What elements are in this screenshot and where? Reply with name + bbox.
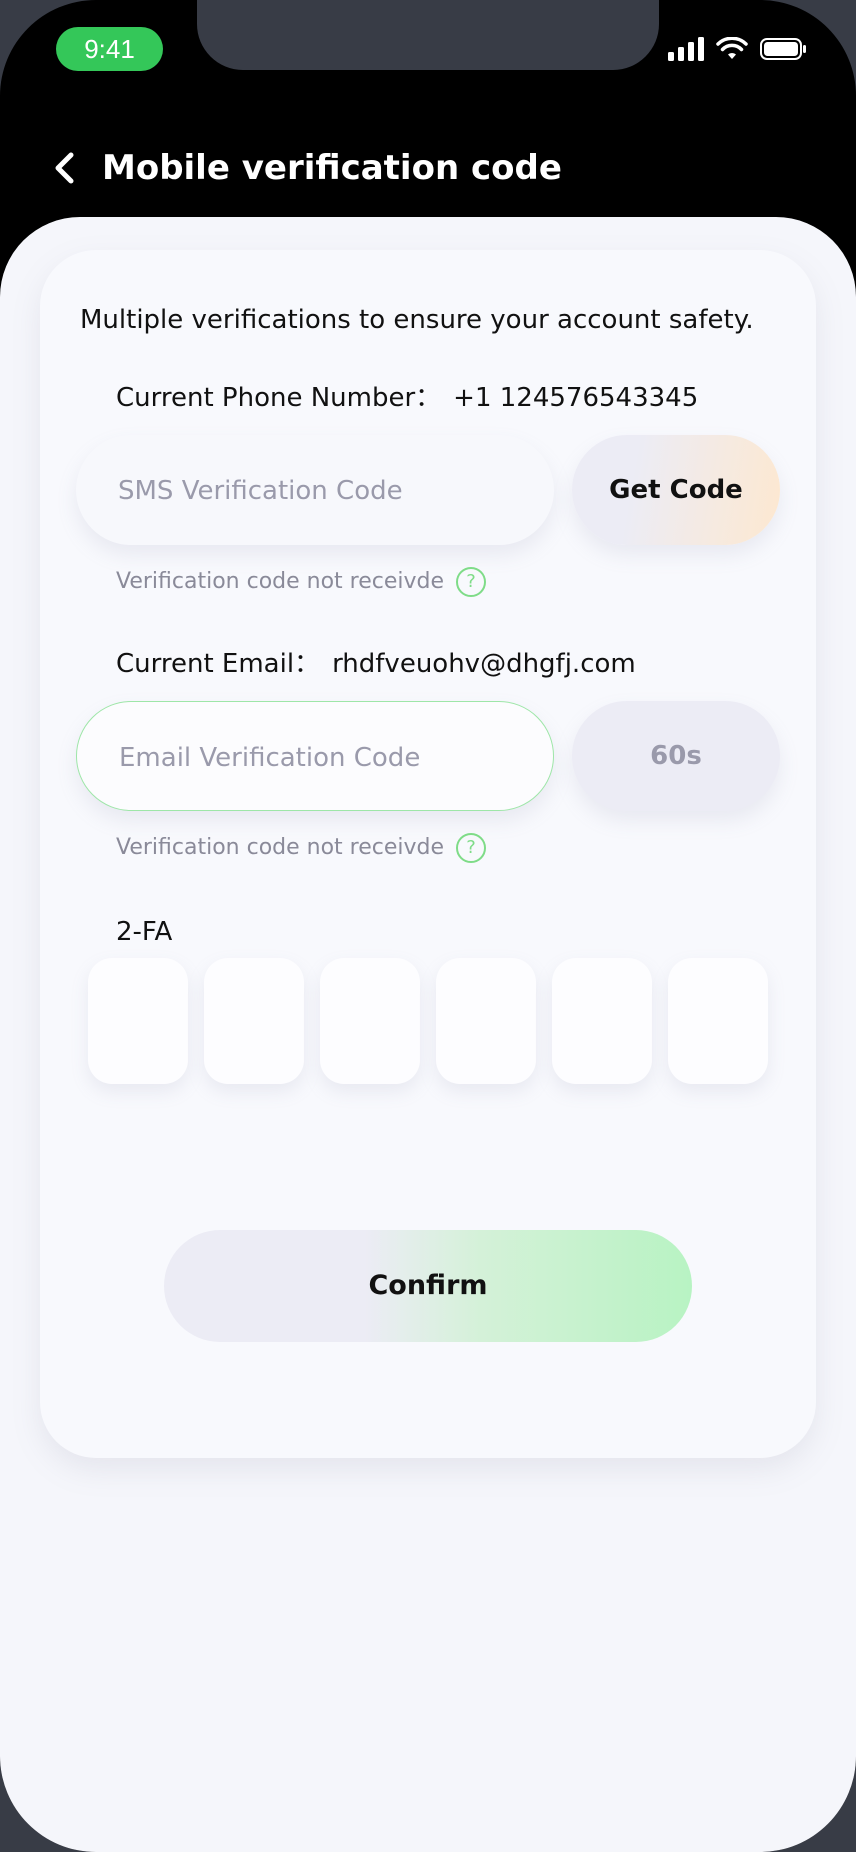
two-fa-digit-6[interactable] bbox=[668, 958, 768, 1084]
two-fa-digit-4[interactable] bbox=[436, 958, 536, 1084]
question-circle-icon[interactable]: ? bbox=[456, 833, 487, 863]
two-fa-digit-2[interactable] bbox=[204, 958, 304, 1084]
battery-icon bbox=[760, 38, 806, 60]
wifi-icon bbox=[716, 37, 748, 59]
sms-code-input[interactable] bbox=[116, 435, 520, 547]
sms-code-field[interactable] bbox=[76, 435, 554, 547]
email-hint-text: Verification code not receivde bbox=[116, 835, 445, 860]
sms-hint-text: Verification code not receivde bbox=[116, 569, 445, 594]
back-button[interactable] bbox=[44, 148, 84, 188]
email-label-text: Current Email： bbox=[116, 649, 321, 679]
two-fa-digit-3[interactable] bbox=[320, 958, 420, 1084]
email-code-field[interactable] bbox=[76, 701, 554, 814]
signal-icon bbox=[668, 37, 704, 61]
email-not-received-hint[interactable]: Verification code not receivde ? bbox=[116, 831, 487, 865]
chevron-left-icon bbox=[55, 152, 74, 184]
page-title: Mobile verification code bbox=[102, 148, 562, 188]
page-subtitle: Multiple verifications to ensure your ac… bbox=[80, 305, 754, 335]
two-fa-digit-1[interactable] bbox=[88, 958, 188, 1084]
two-fa-digit-5[interactable] bbox=[552, 958, 652, 1084]
question-circle-icon[interactable]: ? bbox=[456, 567, 487, 597]
email-label: Current Email： rhdfveuohv@dhgfj.com bbox=[116, 644, 636, 684]
status-icons bbox=[668, 34, 808, 64]
email-value: rhdfveuohv@dhgfj.com bbox=[332, 649, 636, 679]
phone-number-value: +1 124576543345 bbox=[453, 383, 699, 413]
confirm-button[interactable]: Confirm bbox=[164, 1230, 692, 1342]
phone-number-label: Current Phone Number： +1 124576543345 bbox=[116, 378, 698, 418]
phone-frame: 9:41 Mobile verification code Multiple v… bbox=[0, 0, 856, 1852]
status-time: 9:41 bbox=[56, 27, 163, 71]
two-fa-code-inputs bbox=[88, 958, 768, 1084]
phone-label-text: Current Phone Number： bbox=[116, 383, 442, 413]
email-resend-countdown: 60s bbox=[572, 701, 780, 811]
get-code-button[interactable]: Get Code bbox=[572, 435, 780, 545]
two-fa-label: 2-FA bbox=[116, 917, 173, 947]
email-code-input[interactable] bbox=[117, 702, 521, 814]
nav-header: Mobile verification code bbox=[0, 130, 856, 210]
sms-not-received-hint[interactable]: Verification code not receivde ? bbox=[116, 565, 487, 599]
notch bbox=[197, 0, 659, 70]
